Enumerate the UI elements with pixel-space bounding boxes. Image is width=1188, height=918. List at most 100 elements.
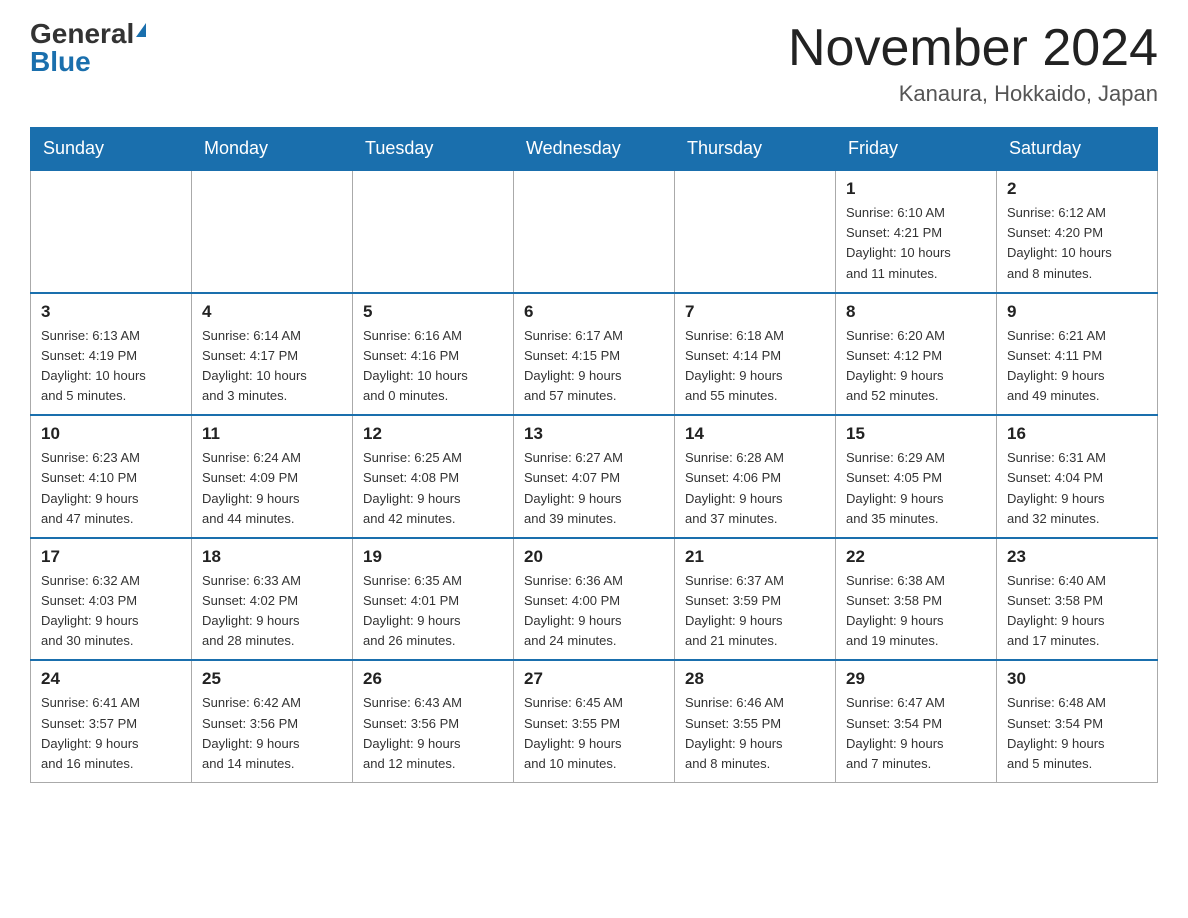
day-info: Sunrise: 6:28 AM Sunset: 4:06 PM Dayligh… [685,448,825,529]
day-number: 10 [41,424,181,444]
day-info: Sunrise: 6:21 AM Sunset: 4:11 PM Dayligh… [1007,326,1147,407]
calendar-cell: 19 Sunrise: 6:35 AM Sunset: 4:01 PM Dayli… [353,538,514,661]
day-number: 6 [524,302,664,322]
day-info: Sunrise: 6:35 AM Sunset: 4:01 PM Dayligh… [363,571,503,652]
day-info: Sunrise: 6:27 AM Sunset: 4:07 PM Dayligh… [524,448,664,529]
day-number: 19 [363,547,503,567]
calendar-cell [514,170,675,293]
day-number: 9 [1007,302,1147,322]
calendar-cell: 28 Sunrise: 6:46 AM Sunset: 3:55 PM Dayli… [675,660,836,782]
day-number: 1 [846,179,986,199]
day-number: 16 [1007,424,1147,444]
calendar-cell [353,170,514,293]
weekday-header-tuesday: Tuesday [353,128,514,171]
location-subtitle: Kanaura, Hokkaido, Japan [788,81,1158,107]
day-info: Sunrise: 6:46 AM Sunset: 3:55 PM Dayligh… [685,693,825,774]
day-number: 30 [1007,669,1147,689]
day-info: Sunrise: 6:17 AM Sunset: 4:15 PM Dayligh… [524,326,664,407]
calendar-cell: 6 Sunrise: 6:17 AM Sunset: 4:15 PM Daylig… [514,293,675,416]
day-number: 21 [685,547,825,567]
day-number: 13 [524,424,664,444]
calendar-cell: 8 Sunrise: 6:20 AM Sunset: 4:12 PM Daylig… [836,293,997,416]
day-info: Sunrise: 6:13 AM Sunset: 4:19 PM Dayligh… [41,326,181,407]
calendar-cell: 5 Sunrise: 6:16 AM Sunset: 4:16 PM Daylig… [353,293,514,416]
day-info: Sunrise: 6:20 AM Sunset: 4:12 PM Dayligh… [846,326,986,407]
calendar-cell: 30 Sunrise: 6:48 AM Sunset: 3:54 PM Dayli… [997,660,1158,782]
day-number: 25 [202,669,342,689]
weekday-header-sunday: Sunday [31,128,192,171]
day-info: Sunrise: 6:16 AM Sunset: 4:16 PM Dayligh… [363,326,503,407]
day-info: Sunrise: 6:25 AM Sunset: 4:08 PM Dayligh… [363,448,503,529]
calendar-cell: 2 Sunrise: 6:12 AM Sunset: 4:20 PM Daylig… [997,170,1158,293]
day-info: Sunrise: 6:32 AM Sunset: 4:03 PM Dayligh… [41,571,181,652]
day-number: 27 [524,669,664,689]
day-number: 26 [363,669,503,689]
weekday-header-thursday: Thursday [675,128,836,171]
day-number: 14 [685,424,825,444]
day-number: 12 [363,424,503,444]
weekday-header-saturday: Saturday [997,128,1158,171]
day-info: Sunrise: 6:12 AM Sunset: 4:20 PM Dayligh… [1007,203,1147,284]
day-number: 7 [685,302,825,322]
day-number: 2 [1007,179,1147,199]
calendar-cell: 13 Sunrise: 6:27 AM Sunset: 4:07 PM Dayli… [514,415,675,538]
logo: General Blue [30,20,146,76]
calendar-cell: 29Sunrise: 6:47 AM Sunset: 3:54 PM Dayli… [836,660,997,782]
calendar-cell: 11Sunrise: 6:24 AM Sunset: 4:09 PM Dayli… [192,415,353,538]
calendar-cell [675,170,836,293]
day-info: Sunrise: 6:42 AM Sunset: 3:56 PM Dayligh… [202,693,342,774]
day-info: Sunrise: 6:23 AM Sunset: 4:10 PM Dayligh… [41,448,181,529]
day-number: 18 [202,547,342,567]
month-title: November 2024 [788,20,1158,77]
day-number: 15 [846,424,986,444]
week-row-3: 10 Sunrise: 6:23 AM Sunset: 4:10 PM Dayli… [31,415,1158,538]
day-number: 29 [846,669,986,689]
calendar-cell: 25 Sunrise: 6:42 AM Sunset: 3:56 PM Dayli… [192,660,353,782]
weekday-header-wednesday: Wednesday [514,128,675,171]
title-section: November 2024 Kanaura, Hokkaido, Japan [788,20,1158,107]
calendar-cell: 15 Sunrise: 6:29 AM Sunset: 4:05 PM Dayli… [836,415,997,538]
day-info: Sunrise: 6:40 AM Sunset: 3:58 PM Dayligh… [1007,571,1147,652]
calendar-cell: 23 Sunrise: 6:40 AM Sunset: 3:58 PM Dayli… [997,538,1158,661]
calendar-cell [31,170,192,293]
day-number: 8 [846,302,986,322]
week-row-2: 3 Sunrise: 6:13 AM Sunset: 4:19 PM Daylig… [31,293,1158,416]
weekday-header-row: SundayMondayTuesdayWednesdayThursdayFrid… [31,128,1158,171]
calendar-cell: 14 Sunrise: 6:28 AM Sunset: 4:06 PM Dayli… [675,415,836,538]
day-info: Sunrise: 6:48 AM Sunset: 3:54 PM Dayligh… [1007,693,1147,774]
calendar-cell: 27 Sunrise: 6:45 AM Sunset: 3:55 PM Dayli… [514,660,675,782]
day-info: Sunrise: 6:24 AM Sunset: 4:09 PM Dayligh… [202,448,342,529]
calendar-cell [192,170,353,293]
day-info: Sunrise: 6:38 AM Sunset: 3:58 PM Dayligh… [846,571,986,652]
day-info: Sunrise: 6:14 AM Sunset: 4:17 PM Dayligh… [202,326,342,407]
week-row-1: 1Sunrise: 6:10 AM Sunset: 4:21 PM Daylig… [31,170,1158,293]
calendar-cell: 12 Sunrise: 6:25 AM Sunset: 4:08 PM Dayli… [353,415,514,538]
day-number: 4 [202,302,342,322]
week-row-4: 17 Sunrise: 6:32 AM Sunset: 4:03 PM Dayli… [31,538,1158,661]
day-number: 28 [685,669,825,689]
day-number: 17 [41,547,181,567]
day-number: 24 [41,669,181,689]
calendar-cell: 24Sunrise: 6:41 AM Sunset: 3:57 PM Dayli… [31,660,192,782]
day-info: Sunrise: 6:45 AM Sunset: 3:55 PM Dayligh… [524,693,664,774]
day-info: Sunrise: 6:33 AM Sunset: 4:02 PM Dayligh… [202,571,342,652]
day-number: 5 [363,302,503,322]
calendar-cell: 20 Sunrise: 6:36 AM Sunset: 4:00 PM Dayli… [514,538,675,661]
week-row-5: 24Sunrise: 6:41 AM Sunset: 3:57 PM Dayli… [31,660,1158,782]
calendar-cell: 26 Sunrise: 6:43 AM Sunset: 3:56 PM Dayli… [353,660,514,782]
logo-general-text: General [30,20,134,48]
calendar-cell: 3 Sunrise: 6:13 AM Sunset: 4:19 PM Daylig… [31,293,192,416]
day-number: 20 [524,547,664,567]
day-number: 23 [1007,547,1147,567]
weekday-header-monday: Monday [192,128,353,171]
calendar-cell: 22Sunrise: 6:38 AM Sunset: 3:58 PM Dayli… [836,538,997,661]
calendar-cell: 10 Sunrise: 6:23 AM Sunset: 4:10 PM Dayli… [31,415,192,538]
day-info: Sunrise: 6:29 AM Sunset: 4:05 PM Dayligh… [846,448,986,529]
calendar-cell: 21Sunrise: 6:37 AM Sunset: 3:59 PM Dayli… [675,538,836,661]
calendar-cell: 9 Sunrise: 6:21 AM Sunset: 4:11 PM Daylig… [997,293,1158,416]
logo-blue-text: Blue [30,48,91,76]
day-info: Sunrise: 6:36 AM Sunset: 4:00 PM Dayligh… [524,571,664,652]
day-info: Sunrise: 6:18 AM Sunset: 4:14 PM Dayligh… [685,326,825,407]
day-number: 3 [41,302,181,322]
day-info: Sunrise: 6:43 AM Sunset: 3:56 PM Dayligh… [363,693,503,774]
